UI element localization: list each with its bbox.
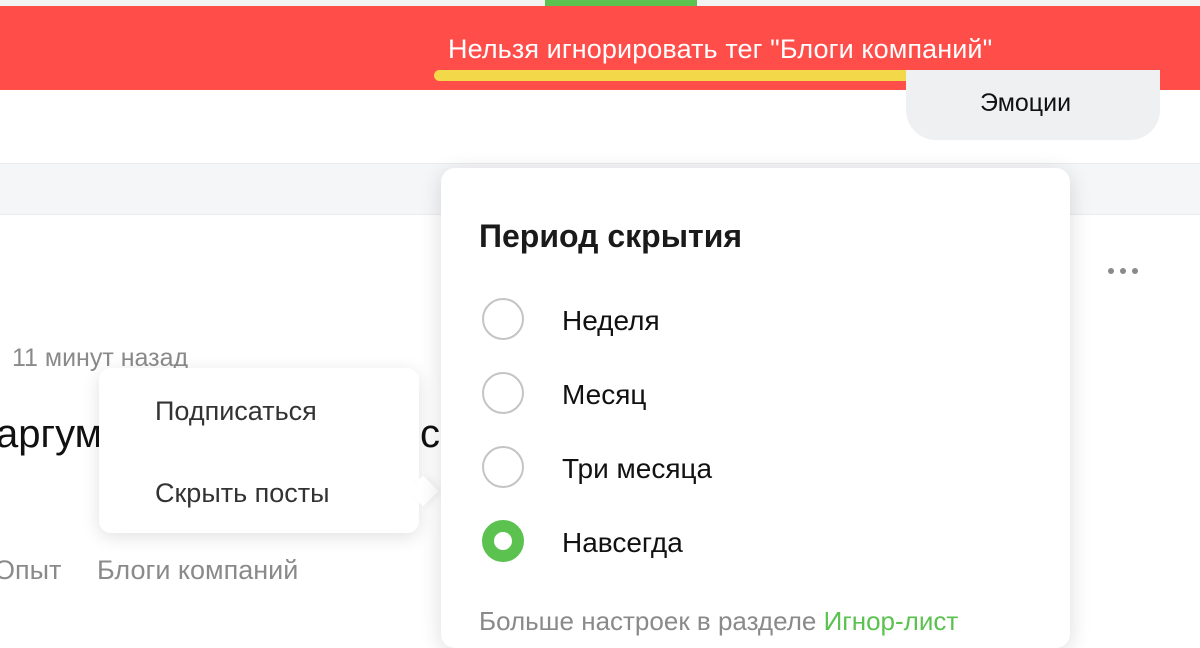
popup-footer: Больше настроек в разделе Игнор-лист xyxy=(479,606,958,637)
hide-posts-menu-item[interactable]: Скрыть посты xyxy=(155,478,330,509)
period-option-label: Навсегда xyxy=(562,527,683,558)
post-title-end[interactable]: с xyxy=(420,412,440,457)
popup-title: Период скрытия xyxy=(479,218,743,254)
tag-context-menu: Подписаться Скрыть посты xyxy=(99,368,419,533)
radio-checked-icon[interactable] xyxy=(482,520,524,562)
radio-unchecked-icon[interactable] xyxy=(482,446,524,488)
period-option-label: Месяц xyxy=(562,379,647,410)
period-option-label: Три месяца xyxy=(562,453,713,484)
dot xyxy=(1120,268,1126,274)
dot xyxy=(1108,268,1114,274)
period-option-three-months[interactable]: Три месяца xyxy=(482,446,1002,492)
ignore-list-link[interactable]: Игнор-лист xyxy=(824,606,959,636)
tab-emotions-label: Эмоции xyxy=(980,89,1072,117)
hide-period-popup: Период скрытия Неделя Месяц Три месяца Н… xyxy=(441,168,1070,648)
footer-text: Больше настроек в разделе xyxy=(479,606,824,636)
period-option-month[interactable]: Месяц xyxy=(482,372,1002,418)
period-option-forever[interactable]: Навсегда xyxy=(482,520,1002,566)
post-tag-company-blogs[interactable]: Блоги компаний xyxy=(97,555,298,586)
post-tag-experience[interactable]: Опыт xyxy=(0,555,61,586)
period-option-week[interactable]: Неделя xyxy=(482,298,1002,344)
period-option-label: Неделя xyxy=(562,305,660,336)
radio-unchecked-icon[interactable] xyxy=(482,298,524,340)
radio-unchecked-icon[interactable] xyxy=(482,372,524,414)
more-horizontal-icon[interactable] xyxy=(1108,262,1148,280)
subscribe-menu-item[interactable]: Подписаться xyxy=(155,396,317,427)
error-message: Нельзя игнорировать тег "Блоги компаний" xyxy=(448,34,993,64)
dot xyxy=(1132,268,1138,274)
post-title-start[interactable]: аргум xyxy=(0,412,102,457)
